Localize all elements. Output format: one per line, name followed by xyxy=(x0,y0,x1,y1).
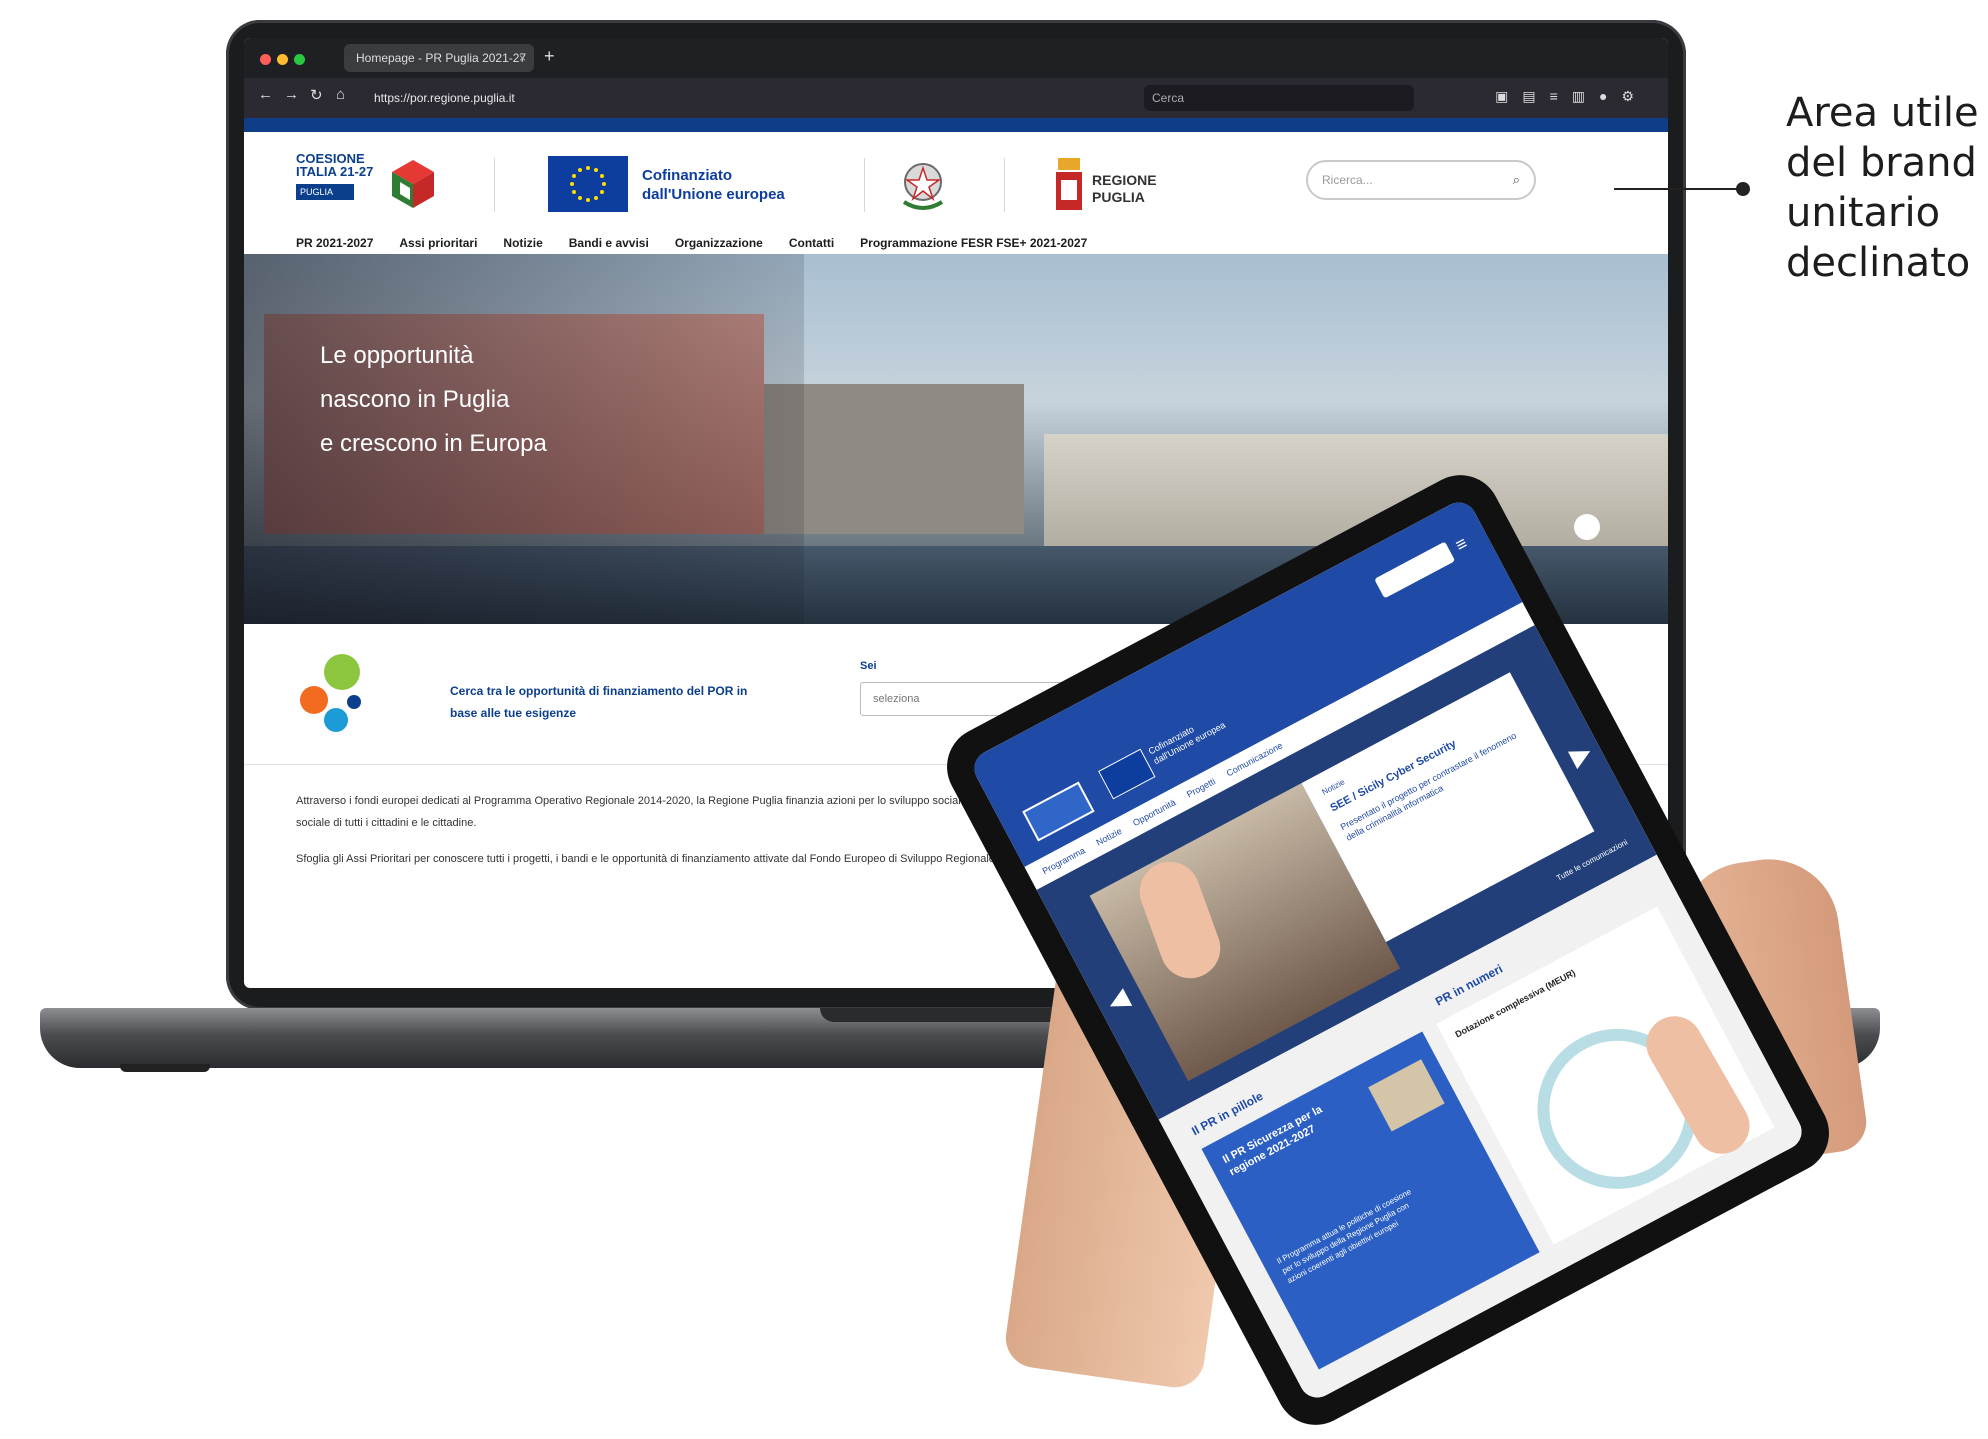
laptop-foot xyxy=(120,1064,210,1072)
nav-item-contatti[interactable]: Contatti xyxy=(789,236,834,250)
forward-icon[interactable]: → xyxy=(284,86,299,103)
slider-next-icon[interactable]: ▶ xyxy=(1564,736,1596,773)
site-nav: PR 2021-2027 Assi prioritari Notizie Bandi … xyxy=(296,234,1113,252)
slider-prev-icon[interactable]: ◀ xyxy=(1102,982,1134,1019)
new-tab-icon[interactable]: + xyxy=(544,46,555,67)
browser-tabbar: Homepage - PR Puglia 2021-27 × + xyxy=(244,38,1668,78)
reload-icon[interactable]: ↻ xyxy=(310,86,323,104)
coesione-logo-text: COESIONE ITALIA 21-27 xyxy=(296,151,374,179)
cube-logo-icon xyxy=(392,160,434,208)
browser-tab[interactable]: Homepage - PR Puglia 2021-27 × xyxy=(344,44,534,72)
carousel-next-icon[interactable] xyxy=(1574,514,1600,540)
hero-title-line: nascono in Puglia xyxy=(320,386,510,413)
site-search-input[interactable]: Ricerca... ⌕ xyxy=(1306,160,1536,200)
browser-toolbar: ← → ↻ ⌂ https://por.regione.puglia.it Ce… xyxy=(244,78,1668,118)
nav-item-programmazione[interactable]: Programmazione FESR FSE+ 2021-2027 xyxy=(860,236,1087,250)
nav-item-bandi[interactable]: Bandi e avvisi xyxy=(569,236,649,250)
nav-item-assi[interactable]: Assi prioritari xyxy=(399,236,477,250)
tablet-coesione-logo[interactable] xyxy=(1022,781,1095,842)
tablet-eu-label: Cofinanziato dall'Unione europea xyxy=(1146,719,1228,767)
speech-bubbles-logo-icon xyxy=(300,654,361,732)
annotation-leader-line xyxy=(1614,188,1742,190)
search-icon[interactable]: ⌕ xyxy=(1513,162,1520,198)
annotation-line: declinato xyxy=(1786,240,1971,286)
browser-search-placeholder: Cerca xyxy=(1152,91,1185,105)
toolbar-extension-icons[interactable]: ▣▤≡▥●⚙ xyxy=(1495,88,1648,105)
close-window-icon[interactable] xyxy=(260,54,271,65)
annotation-line: unitario xyxy=(1786,190,1941,236)
browser-search-input[interactable]: Cerca xyxy=(1144,85,1414,111)
browser-tab-title: Homepage - PR Puglia 2021-27 xyxy=(356,51,527,65)
hamburger-menu-icon[interactable]: ≡ xyxy=(1452,533,1471,556)
header-separator xyxy=(494,158,495,212)
nav-item-notizie[interactable]: Notizie xyxy=(503,236,542,250)
close-tab-icon[interactable]: × xyxy=(519,44,526,72)
italian-emblem-icon xyxy=(902,163,944,210)
url-text: https://por.regione.puglia.it xyxy=(374,91,515,105)
hero-title-line: e crescono in Europa xyxy=(320,430,547,457)
annotation-label: Area utile del brand unitario declinato xyxy=(1786,88,1979,288)
glance-card-image xyxy=(1368,1059,1445,1132)
eu-flag-icon xyxy=(548,156,628,212)
annotation-line: del brand xyxy=(1786,140,1977,186)
nav-item-pr[interactable]: PR 2021-2027 xyxy=(296,236,373,250)
institutional-strip xyxy=(244,118,1668,132)
header-separator xyxy=(864,158,865,212)
coesione-logo[interactable]: COESIONE ITALIA 21-27 PUGLIA xyxy=(296,152,446,216)
finder-description: Cerca tra le opportunità di finanziament… xyxy=(450,684,748,720)
regione-puglia-label: REGIONE PUGLIA xyxy=(1092,172,1157,205)
puglia-crest-icon xyxy=(1056,158,1082,210)
window-controls[interactable] xyxy=(260,52,311,70)
nav-item-organizzazione[interactable]: Organizzazione xyxy=(675,236,763,250)
home-icon[interactable]: ⌂ xyxy=(336,86,345,103)
coesione-logo-sub: PUGLIA xyxy=(296,184,354,200)
hero-title: Le opportunità nascono in Puglia e cresc… xyxy=(320,334,547,466)
tablet-nav-item[interactable]: Notizie xyxy=(1094,826,1123,848)
tablet-search-input[interactable] xyxy=(1374,541,1456,599)
minimize-window-icon[interactable] xyxy=(277,54,288,65)
header-separator xyxy=(1004,158,1005,212)
url-bar[interactable]: https://por.regione.puglia.it xyxy=(374,86,1094,110)
maximize-window-icon[interactable] xyxy=(294,54,305,65)
finder-label: Sei xyxy=(860,660,877,672)
glance-card-description: Il Programma attua le politiche di coesi… xyxy=(1275,1187,1413,1286)
hero-title-line: Le opportunità xyxy=(320,342,474,369)
annotation-line: Area utile xyxy=(1786,90,1979,136)
eu-cofinanced-label: Cofinanziato dall'Unione europea xyxy=(642,167,785,203)
back-icon[interactable]: ← xyxy=(258,86,273,103)
annotation-dot xyxy=(1736,182,1750,196)
site-search-placeholder: Ricerca... xyxy=(1322,173,1373,187)
finder-select-value: seleziona xyxy=(873,693,920,705)
tablet-eu-flag-icon xyxy=(1098,748,1156,800)
